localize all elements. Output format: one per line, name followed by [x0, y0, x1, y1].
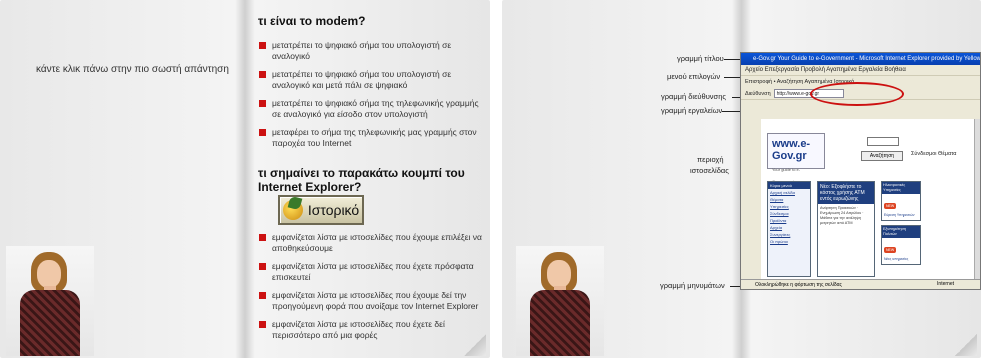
sites-options: Σύνδεσμοι Θέματα	[911, 151, 957, 157]
bullet-icon	[259, 71, 266, 78]
history-button[interactable]: Ιστορικό	[278, 195, 364, 225]
news-box: Νέο: Εξοφλήστε το κόστος χρήσης ΑΤΜ εντό…	[817, 181, 875, 277]
question-history-button: τι σημαίνει το παρακάτω κουμπί του Inter…	[258, 166, 465, 194]
browser-menu-bar: Αρχείο Επεξεργασία Προβολή Αγαπημένα Εργ…	[741, 65, 980, 76]
site-menu: Κύρια μενού Αρχική σελίδα Θέματα Υπηρεσί…	[767, 181, 811, 277]
label-status-bar: γραμμή μηνυμάτων	[660, 281, 725, 290]
label-menu-bar: μενού επιλογών	[667, 72, 721, 81]
bullet-icon	[259, 263, 266, 270]
egov-logo: www.e-Gov.gr Your guide to e-Government	[767, 133, 825, 184]
bullet-icon	[259, 100, 266, 107]
browser-title-bar: e-Gov.gr Your Guide to e-Government - Mi…	[741, 53, 980, 65]
answer-option[interactable]: μεταφέρει το σήμα της τηλεφωνικής μας γρ…	[258, 127, 483, 149]
history-icon	[282, 200, 303, 220]
citizen-box: Εξυπηρέτηση Πολιτών NEW Νέες υπηρεσίες	[881, 225, 921, 265]
question-modem: τι είναι το modem?	[258, 14, 366, 28]
bullet-icon	[259, 321, 266, 328]
answer-option[interactable]: μετατρέπει το ψηφιακό σήμα του υπολογιστ…	[258, 69, 483, 91]
quiz-book: κάντε κλικ πάνω στην πιο σωστή απάντηση …	[0, 0, 490, 358]
browser-scrollbar	[974, 119, 980, 279]
label-page-area-2: ιστοσελίδας	[690, 166, 729, 175]
answer-option[interactable]: εμφανίζεται λίστα με ιστοσελίδες που έχε…	[258, 319, 483, 341]
bullet-icon	[259, 129, 266, 136]
page-curl-icon[interactable]	[955, 334, 977, 356]
answer-option[interactable]: εμφανίζεται λίστα με ιστοσελίδες που έχο…	[258, 232, 483, 254]
answer-list-1: μετατρέπει το ψηφιακό σήμα του υπολογιστ…	[258, 40, 483, 156]
avatar	[516, 246, 604, 356]
address-highlight	[810, 82, 904, 106]
instruction-text: κάντε κλικ πάνω στην πιο σωστή απάντηση	[36, 64, 229, 75]
services-box: Ηλεκτρονικές Υπηρεσίες NEW Εύρεση Υπηρεσ…	[881, 181, 921, 221]
answer-option[interactable]: μετατρέπει το ψηφιακό σήμα της τηλεφωνικ…	[258, 98, 483, 120]
answer-list-2: εμφανίζεται λίστα με ιστοσελίδες που έχο…	[258, 232, 483, 348]
avatar	[6, 246, 94, 356]
bullet-icon	[259, 42, 266, 49]
answer-option[interactable]: εμφανίζεται λίστα με ιστοσελίδες που έχο…	[258, 290, 483, 312]
label-toolbar: γραμμή εργαλείων	[661, 106, 723, 115]
label-page-area: περιοχή	[697, 155, 724, 164]
status-zone: Internet	[937, 281, 954, 287]
answer-option[interactable]: εμφανίζεται λίστα με ιστοσελίδες που έχε…	[258, 261, 483, 283]
search-field	[867, 137, 899, 146]
search-button: Αναζήτηση	[861, 151, 903, 161]
page-curl-icon[interactable]	[464, 334, 486, 356]
bullet-icon	[259, 234, 266, 241]
answer-option[interactable]: μετατρέπει το ψηφιακό σήμα του υπολογιστ…	[258, 40, 483, 62]
browser-page-area: www.e-Gov.gr Your guide to e-Government …	[761, 119, 980, 279]
label-address-bar: γραμμή διεύθυνσης	[661, 92, 726, 101]
bullet-icon	[259, 292, 266, 299]
label-title-bar: γραμμή τίτλου	[677, 54, 724, 63]
